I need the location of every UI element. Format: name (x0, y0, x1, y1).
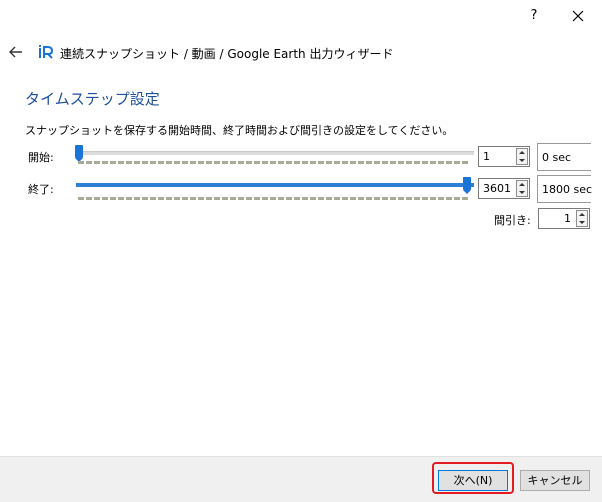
end-seconds: 1800 sec (542, 183, 593, 196)
spin-up-icon[interactable] (517, 149, 527, 156)
spin-down-icon[interactable] (577, 219, 587, 226)
spin-down-icon[interactable] (517, 189, 527, 196)
end-value: 3601 (483, 182, 511, 195)
end-seconds-box: 1800 sec (537, 175, 593, 203)
start-seconds: 0 sec (542, 151, 572, 164)
spin-up-icon[interactable] (577, 211, 587, 218)
spin-down-icon[interactable] (517, 157, 527, 164)
page-title: タイムステップ設定 (25, 90, 160, 108)
interval-spin-buttons[interactable] (576, 210, 588, 227)
start-slider[interactable] (75, 145, 474, 162)
back-button[interactable] (8, 44, 24, 60)
start-seconds-box: 0 sec (537, 143, 591, 171)
start-label: 開始: (28, 151, 54, 164)
interval-value: 1 (564, 212, 571, 225)
end-spinbox[interactable]: 3601 (478, 178, 530, 199)
help-button[interactable]: ? (524, 6, 544, 26)
interval-spinbox[interactable]: 1 (538, 208, 590, 229)
close-button[interactable] (566, 6, 590, 26)
back-arrow-icon (9, 46, 22, 58)
end-slider-thumb[interactable] (463, 177, 471, 194)
page-description: スナップショットを保存する開始時間、終了時間および間引きの設定をしてください。 (25, 124, 454, 137)
close-icon (572, 10, 584, 22)
start-slider-ticks (78, 161, 468, 164)
end-slider[interactable] (76, 177, 474, 194)
start-spin-buttons[interactable] (516, 148, 528, 165)
next-button[interactable]: 次へ(N) (438, 470, 508, 491)
start-slider-thumb[interactable] (75, 145, 83, 162)
end-spin-buttons[interactable] (516, 180, 528, 197)
qgis-plugin-icon (38, 45, 54, 59)
interval-label: 間引き: (494, 214, 531, 227)
end-label: 終了: (28, 183, 54, 196)
spin-up-icon[interactable] (517, 181, 527, 188)
end-slider-ticks (78, 197, 468, 200)
cancel-button[interactable]: キャンセル (520, 470, 590, 491)
start-spinbox[interactable]: 1 (478, 146, 530, 167)
breadcrumb: 連続スナップショット / 動画 / Google Earth 出力ウィザード (60, 47, 394, 61)
start-value: 1 (483, 150, 490, 163)
